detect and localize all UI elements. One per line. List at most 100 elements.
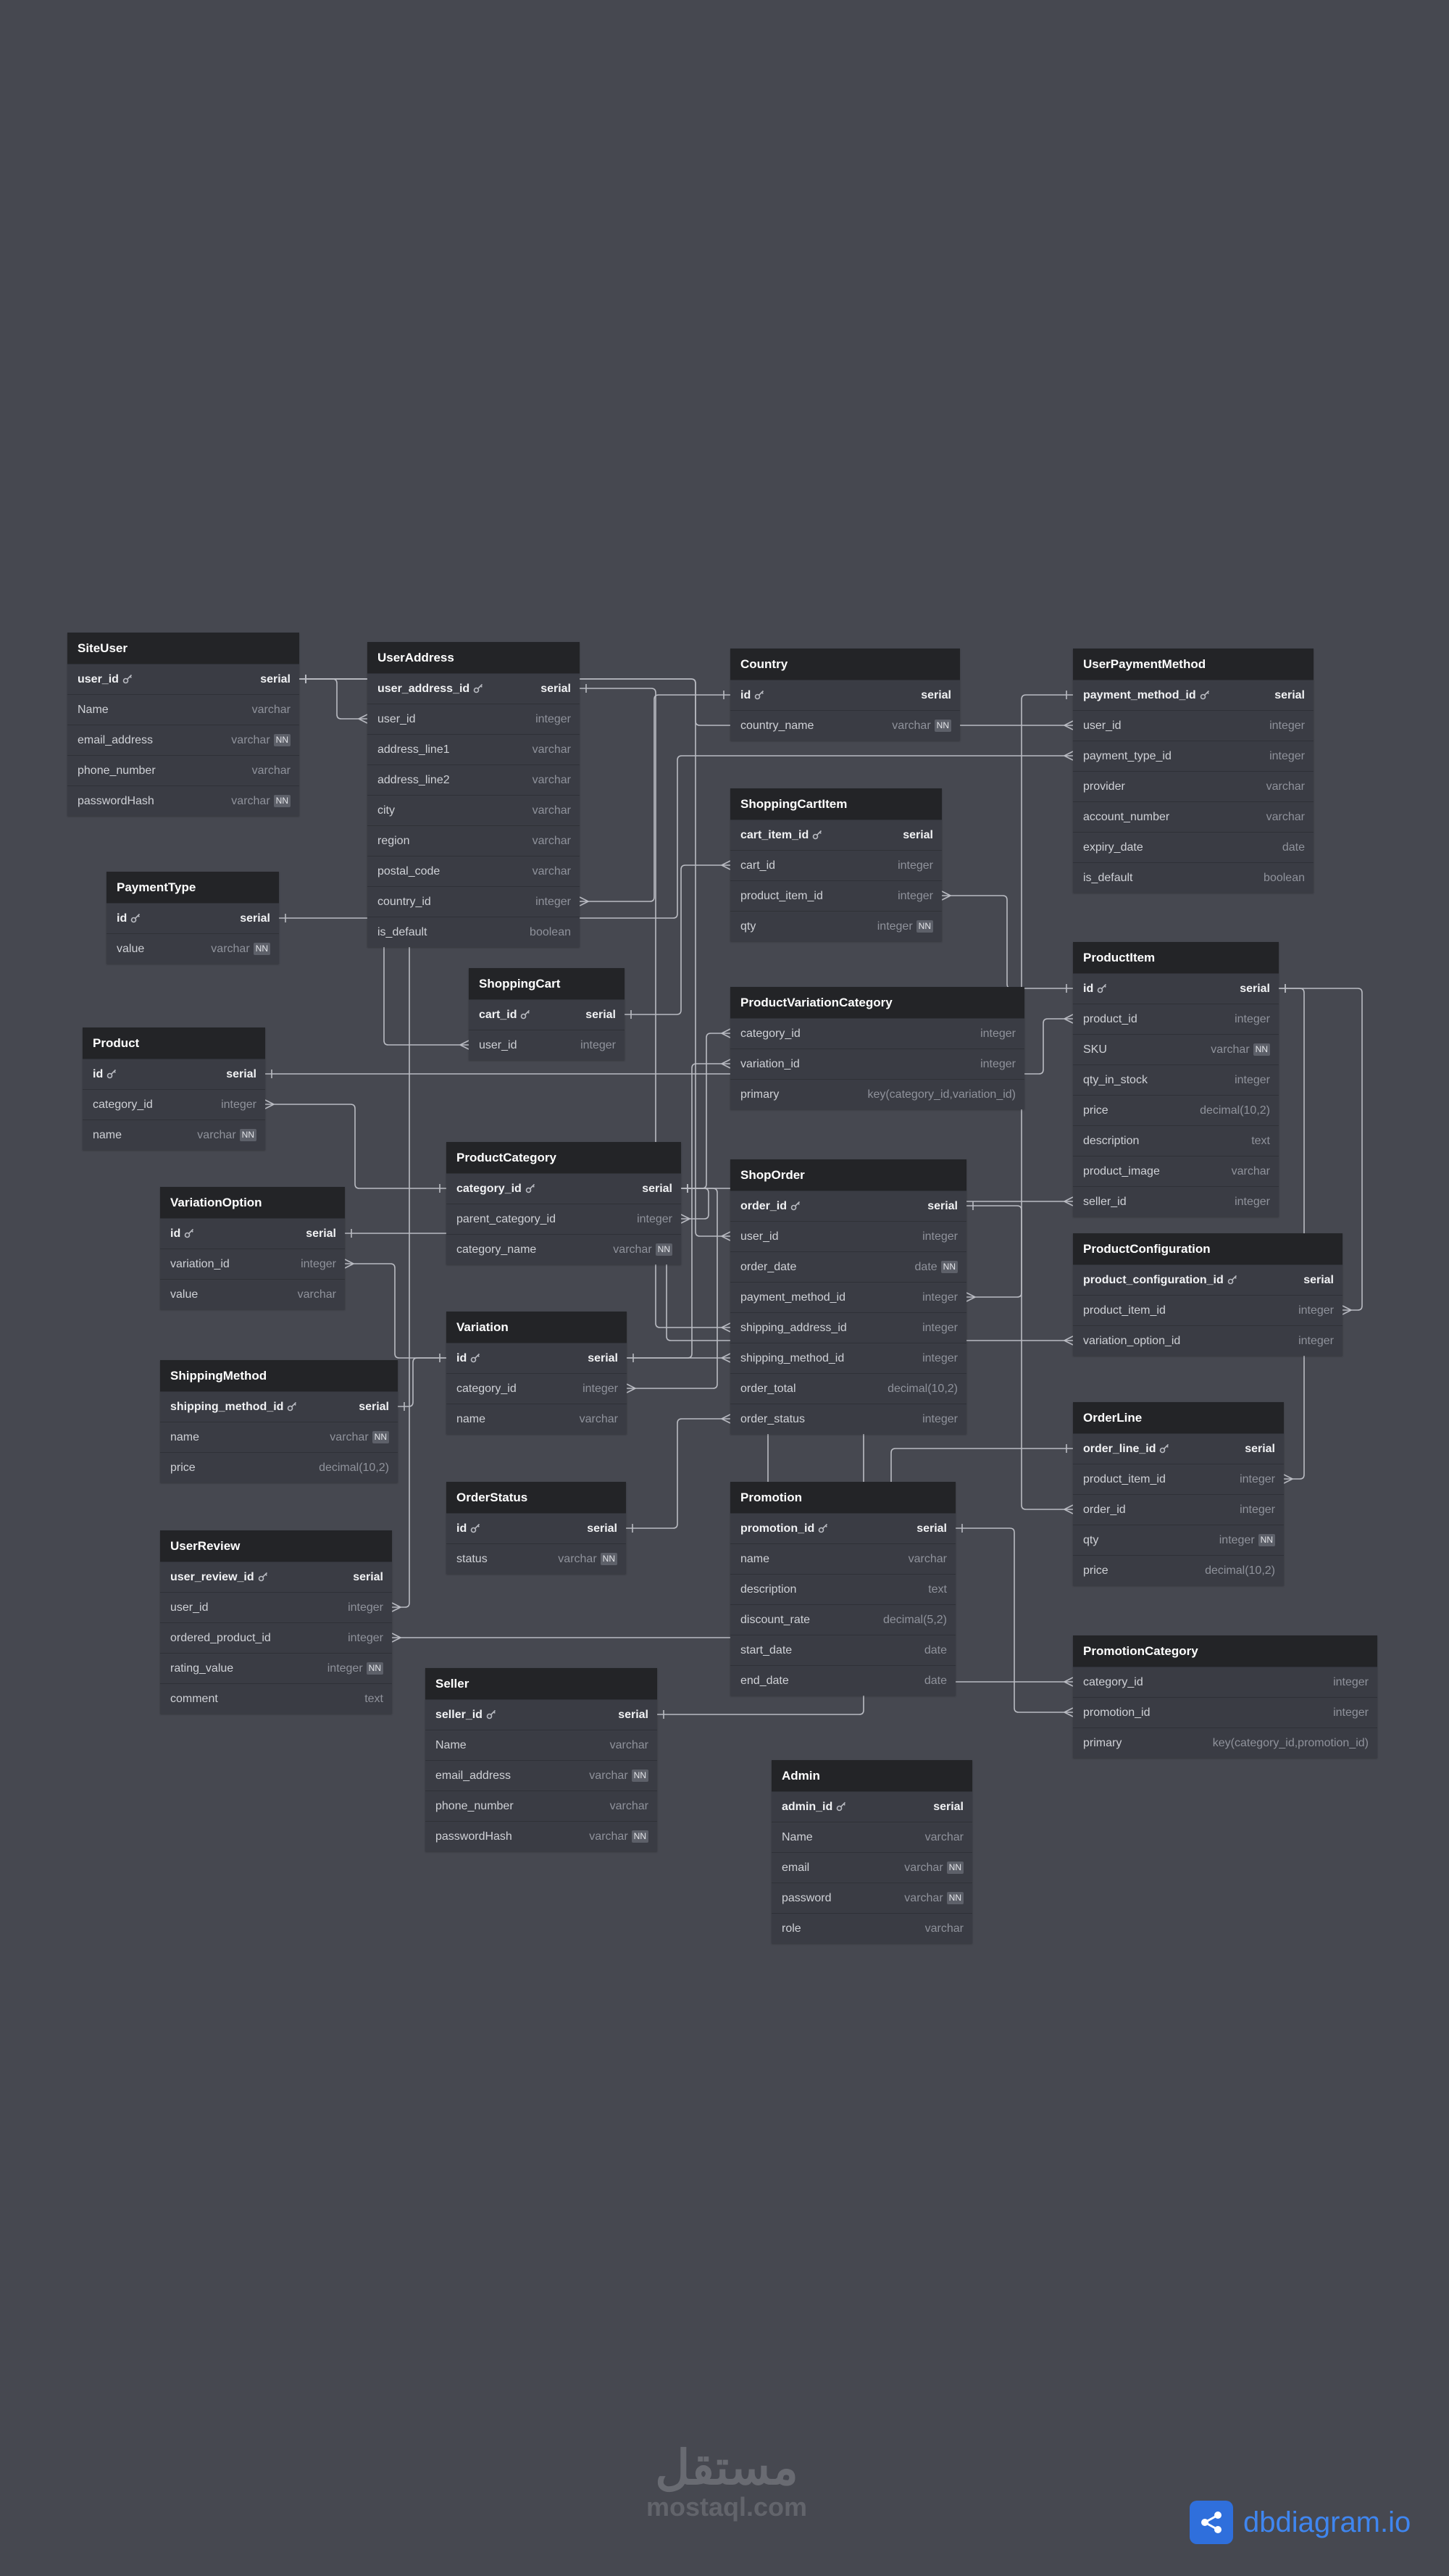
table-promotion[interactable]: Promotion promotion_id serial name varchar de… bbox=[730, 1482, 956, 1696]
table-variation-option[interactable]: VariationOption id serial variation_id integ… bbox=[160, 1187, 345, 1309]
field-row[interactable]: product_image varchar bbox=[1073, 1156, 1279, 1186]
table-user-review[interactable]: UserReview user_review_id serial user_id int… bbox=[160, 1530, 392, 1714]
table-header[interactable]: Country bbox=[730, 649, 960, 680]
field-row[interactable]: user_id integer bbox=[469, 1030, 625, 1060]
field-row[interactable]: start_date date bbox=[730, 1635, 956, 1665]
table-header[interactable]: ProductVariationCategory bbox=[730, 987, 1024, 1018]
field-row[interactable]: passwordHash varchar NN bbox=[67, 785, 299, 816]
table-variation[interactable]: Variation id serial category_id integer name v… bbox=[446, 1312, 627, 1434]
relationship-promotion-promotion-category[interactable] bbox=[956, 1527, 1073, 1713]
field-row[interactable]: city varchar bbox=[367, 795, 580, 825]
table-header[interactable]: Promotion bbox=[730, 1482, 956, 1513]
field-row[interactable]: promotion_id integer bbox=[1073, 1697, 1377, 1727]
field-row[interactable]: product_id integer bbox=[1073, 1004, 1279, 1034]
table-header[interactable]: SiteUser bbox=[67, 633, 299, 664]
field-row[interactable]: email_address varchar NN bbox=[67, 725, 299, 755]
table-site-user[interactable]: SiteUser user_id serial Name varchar email_ad… bbox=[67, 633, 299, 816]
field-row[interactable]: variation_id integer bbox=[730, 1049, 1024, 1079]
field-row[interactable]: user_id integer bbox=[1073, 710, 1314, 741]
field-row[interactable]: user_id serial bbox=[67, 664, 299, 694]
field-row[interactable]: ordered_product_id integer bbox=[160, 1622, 392, 1653]
table-admin[interactable]: Admin admin_id serial Name varchar email varch… bbox=[772, 1760, 972, 1943]
field-row[interactable]: product_item_id integer bbox=[1073, 1464, 1284, 1494]
table-header[interactable]: PromotionCategory bbox=[1073, 1635, 1377, 1667]
dbdiagram-brand[interactable]: dbdiagram.io bbox=[1190, 2501, 1411, 2544]
table-header[interactable]: UserReview bbox=[160, 1530, 392, 1562]
relationship-product-category-product[interactable] bbox=[265, 1104, 446, 1189]
table-header[interactable]: ShoppingCartItem bbox=[730, 788, 942, 820]
field-row[interactable]: Name varchar bbox=[425, 1730, 657, 1760]
relationship-shop-order-order-line[interactable] bbox=[966, 1205, 1073, 1510]
field-row[interactable]: primary key(category_id,promotion_id) bbox=[1073, 1727, 1377, 1758]
field-row[interactable]: Name varchar bbox=[67, 694, 299, 725]
field-row[interactable]: address_line1 varchar bbox=[367, 734, 580, 764]
field-row[interactable]: category_id integer bbox=[83, 1089, 265, 1120]
table-header[interactable]: Seller bbox=[425, 1668, 657, 1699]
field-row[interactable]: payment_type_id integer bbox=[1073, 741, 1314, 771]
field-row[interactable]: provider varchar bbox=[1073, 771, 1314, 801]
field-row[interactable]: qty integer NN bbox=[730, 911, 942, 941]
field-row[interactable]: email_address varchar NN bbox=[425, 1760, 657, 1791]
field-row[interactable]: order_date date NN bbox=[730, 1251, 966, 1282]
field-row[interactable]: account_number varchar bbox=[1073, 801, 1314, 832]
table-header[interactable]: Admin bbox=[772, 1760, 972, 1791]
table-header[interactable]: Product bbox=[83, 1028, 265, 1059]
table-product-variation-category[interactable]: ProductVariationCategory category_id integ… bbox=[730, 987, 1024, 1109]
table-product-configuration[interactable]: ProductConfiguration product_configuratio… bbox=[1073, 1233, 1342, 1356]
table-promotion-category[interactable]: PromotionCategory category_id integer promo… bbox=[1073, 1635, 1377, 1758]
field-row[interactable]: value varchar NN bbox=[107, 933, 279, 964]
field-row[interactable]: payment_method_id integer bbox=[730, 1282, 966, 1312]
field-row[interactable]: seller_id integer bbox=[1073, 1186, 1279, 1217]
field-row[interactable]: cart_id integer bbox=[730, 850, 942, 880]
table-product-item[interactable]: ProductItem id serial product_id integer SKU v… bbox=[1073, 942, 1279, 1217]
field-row[interactable]: email varchar NN bbox=[772, 1852, 972, 1883]
field-row[interactable]: user_id integer bbox=[367, 704, 580, 734]
field-row[interactable]: discount_rate decimal(5,2) bbox=[730, 1604, 956, 1635]
field-row[interactable]: order_id serial bbox=[730, 1191, 966, 1221]
field-row[interactable]: id serial bbox=[83, 1059, 265, 1089]
field-row[interactable]: order_id integer bbox=[1073, 1494, 1284, 1525]
field-row[interactable]: user_id integer bbox=[160, 1592, 392, 1622]
field-row[interactable]: region varchar bbox=[367, 825, 580, 856]
field-row[interactable]: category_id integer bbox=[730, 1018, 1024, 1049]
field-row[interactable]: user_id integer bbox=[730, 1221, 966, 1251]
table-header[interactable]: PaymentType bbox=[107, 872, 279, 903]
field-row[interactable]: name varchar NN bbox=[83, 1120, 265, 1150]
field-row[interactable]: user_review_id serial bbox=[160, 1562, 392, 1592]
table-shopping-cart[interactable]: ShoppingCart cart_id serial user_id integer bbox=[469, 968, 625, 1060]
field-row[interactable]: shipping_method_id integer bbox=[730, 1343, 966, 1373]
relationship-product-category-product-category[interactable] bbox=[681, 1188, 709, 1220]
field-row[interactable]: qty_in_stock integer bbox=[1073, 1064, 1279, 1095]
relationship-site-user-user-address[interactable] bbox=[299, 678, 367, 720]
table-header[interactable]: UserPaymentMethod bbox=[1073, 649, 1314, 680]
field-row[interactable]: seller_id serial bbox=[425, 1699, 657, 1730]
field-row[interactable]: name varchar NN bbox=[160, 1422, 398, 1452]
field-row[interactable]: category_name varchar NN bbox=[446, 1234, 681, 1264]
field-row[interactable]: name varchar bbox=[730, 1543, 956, 1574]
table-header[interactable]: Variation bbox=[446, 1312, 627, 1343]
field-row[interactable]: product_item_id integer bbox=[730, 880, 942, 911]
field-row[interactable]: end_date date bbox=[730, 1665, 956, 1696]
field-row[interactable]: shipping_method_id serial bbox=[160, 1391, 398, 1422]
field-row[interactable]: order_line_id serial bbox=[1073, 1433, 1284, 1464]
table-user-payment-method[interactable]: UserPaymentMethod payment_method_id serial… bbox=[1073, 649, 1314, 893]
field-row[interactable]: value varchar bbox=[160, 1279, 345, 1309]
field-row[interactable]: id serial bbox=[160, 1218, 345, 1249]
relationship-product-item-shopping-cart-item[interactable] bbox=[942, 895, 1073, 989]
field-row[interactable]: price decimal(10,2) bbox=[160, 1452, 398, 1483]
field-row[interactable]: expiry_date date bbox=[1073, 832, 1314, 862]
table-order-status[interactable]: OrderStatus id serial status varchar NN bbox=[446, 1482, 626, 1574]
table-shop-order[interactable]: ShopOrder order_id serial user_id integer ord… bbox=[730, 1159, 966, 1434]
field-row[interactable]: user_address_id serial bbox=[367, 673, 580, 704]
field-row[interactable]: product_item_id integer bbox=[1073, 1295, 1342, 1325]
field-row[interactable]: category_id serial bbox=[446, 1173, 681, 1204]
table-header[interactable]: ShopOrder bbox=[730, 1159, 966, 1191]
field-row[interactable]: parent_category_id integer bbox=[446, 1204, 681, 1234]
field-row[interactable]: postal_code varchar bbox=[367, 856, 580, 886]
table-header[interactable]: ProductCategory bbox=[446, 1142, 681, 1173]
field-row[interactable]: admin_id serial bbox=[772, 1791, 972, 1822]
field-row[interactable]: country_id integer bbox=[367, 886, 580, 917]
field-row[interactable]: payment_method_id serial bbox=[1073, 680, 1314, 710]
table-header[interactable]: OrderLine bbox=[1073, 1402, 1284, 1433]
table-header[interactable]: VariationOption bbox=[160, 1187, 345, 1218]
